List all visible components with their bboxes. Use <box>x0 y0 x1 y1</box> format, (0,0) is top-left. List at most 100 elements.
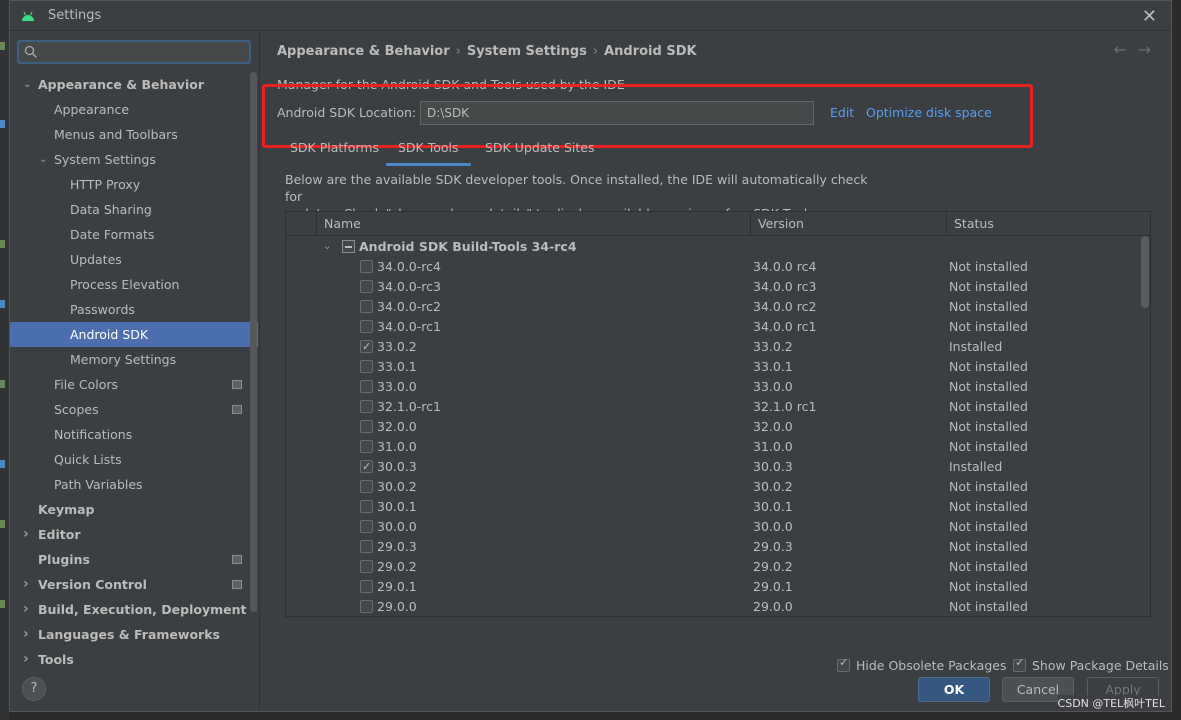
sidebar-item[interactable]: › Build, Execution, Deployment <box>10 597 258 622</box>
sidebar-item[interactable]: Memory Settings <box>10 347 258 372</box>
table-row[interactable]: 34.0.0-rc2 34.0.0 rc2 Not installed <box>286 297 1139 317</box>
package-name: 29.0.0 <box>377 599 417 614</box>
checkbox-unchecked[interactable] <box>360 500 373 513</box>
table-row[interactable]: 30.0.2 30.0.2 Not installed <box>286 477 1139 497</box>
sidebar-item[interactable]: Date Formats <box>10 222 258 247</box>
table-row[interactable]: 29.0.0 29.0.0 Not installed <box>286 597 1139 616</box>
chevron-down-icon[interactable]: ⌄ <box>23 72 31 97</box>
package-version: 33.0.1 <box>753 359 793 374</box>
table-row[interactable]: 32.1.0-rc1 32.1.0 rc1 Not installed <box>286 397 1139 417</box>
optimize-disk-space-link[interactable]: Optimize disk space <box>866 105 992 120</box>
checkbox-unchecked[interactable] <box>360 480 373 493</box>
checkbox-unchecked[interactable] <box>360 300 373 313</box>
tab-sdk-platforms[interactable]: SDK Platforms <box>290 140 379 155</box>
sidebar-item[interactable]: Data Sharing <box>10 197 258 222</box>
package-version: 29.0.0 <box>753 599 793 614</box>
sidebar-item[interactable]: Keymap <box>10 497 258 522</box>
column-header-version[interactable]: Version <box>750 212 946 236</box>
table-scrollbar[interactable] <box>1141 236 1149 308</box>
table-row[interactable]: 34.0.0-rc4 34.0.0 rc4 Not installed <box>286 257 1139 277</box>
table-row[interactable]: 29.0.3 29.0.3 Not installed <box>286 537 1139 557</box>
checkbox-unchecked[interactable] <box>360 420 373 433</box>
tab-sdk-tools[interactable]: SDK Tools <box>386 140 470 166</box>
show-details-checkbox[interactable]: Show Package Details <box>1013 656 1169 673</box>
table-row[interactable]: 33.0.1 33.0.1 Not installed <box>286 357 1139 377</box>
column-header-name[interactable]: Name <box>316 212 750 236</box>
table-row[interactable]: 34.0.0-rc3 34.0.0 rc3 Not installed <box>286 277 1139 297</box>
sidebar-item[interactable]: Quick Lists <box>10 447 258 472</box>
sidebar-item[interactable]: Process Elevation <box>10 272 258 297</box>
checkbox-unchecked[interactable] <box>360 440 373 453</box>
checkbox-checked[interactable] <box>837 656 850 672</box>
chevron-right-icon[interactable]: › <box>23 647 29 672</box>
sidebar-scrollbar[interactable] <box>250 72 257 612</box>
checkbox-unchecked[interactable] <box>360 540 373 553</box>
partial-checkbox[interactable] <box>342 240 355 253</box>
ok-button[interactable]: OK <box>918 677 990 702</box>
hide-obsolete-checkbox[interactable]: Hide Obsolete Packages <box>837 656 1006 673</box>
chevron-down-icon[interactable]: ⌄ <box>39 147 47 172</box>
sidebar-item-label: Appearance & Behavior <box>38 77 204 92</box>
back-arrow-icon[interactable]: ← <box>1114 40 1127 59</box>
chevron-down-icon[interactable]: ⌄ <box>323 237 331 257</box>
table-group-row[interactable]: ⌄ Android SDK Build-Tools 34-rc4 <box>286 237 1139 257</box>
checkbox-unchecked[interactable] <box>360 400 373 413</box>
checkbox-unchecked[interactable] <box>360 520 373 533</box>
edit-link[interactable]: Edit <box>830 105 854 120</box>
sidebar-item[interactable]: Appearance <box>10 97 258 122</box>
checkbox-unchecked[interactable] <box>360 280 373 293</box>
search-box[interactable] <box>17 40 251 64</box>
forward-arrow-icon[interactable]: → <box>1138 40 1151 59</box>
checkbox-unchecked[interactable] <box>360 560 373 573</box>
chevron-right-icon[interactable]: › <box>23 522 29 547</box>
sidebar-item[interactable]: › Languages & Frameworks <box>10 622 258 647</box>
sidebar-item[interactable]: Updates <box>10 247 258 272</box>
checkbox-unchecked[interactable] <box>360 360 373 373</box>
table-row[interactable]: 30.0.1 30.0.1 Not installed <box>286 497 1139 517</box>
checkbox-unchecked[interactable] <box>360 600 373 613</box>
package-status: Not installed <box>949 279 1028 294</box>
table-row[interactable]: 29.0.2 29.0.2 Not installed <box>286 557 1139 577</box>
sidebar-item-label: Passwords <box>70 302 135 317</box>
sidebar-item[interactable]: Scopes <box>10 397 258 422</box>
table-row[interactable]: 33.0.2 33.0.2 Installed <box>286 337 1139 357</box>
search-input[interactable] <box>43 44 243 60</box>
checkbox-unchecked[interactable] <box>360 260 373 273</box>
checkbox-unchecked[interactable] <box>360 320 373 333</box>
sidebar-item[interactable]: ⌄ Appearance & Behavior <box>10 72 258 97</box>
tab-sdk-update-sites[interactable]: SDK Update Sites <box>485 140 595 155</box>
table-row[interactable]: 33.0.0 33.0.0 Not installed <box>286 377 1139 397</box>
sidebar-item[interactable]: Notifications <box>10 422 258 447</box>
sidebar-item[interactable]: Plugins <box>10 547 258 572</box>
checkbox-checked[interactable] <box>360 457 373 477</box>
sidebar-item[interactable]: › Tools <box>10 647 258 672</box>
sidebar-item[interactable]: Android SDK <box>10 322 258 347</box>
breadcrumb-item[interactable]: Appearance & Behavior <box>277 44 450 59</box>
chevron-right-icon[interactable]: › <box>23 572 29 597</box>
checkbox-unchecked[interactable] <box>360 580 373 593</box>
sidebar-item[interactable]: Menus and Toolbars <box>10 122 258 147</box>
checkbox-unchecked[interactable] <box>360 380 373 393</box>
table-row[interactable]: 29.0.1 29.0.1 Not installed <box>286 577 1139 597</box>
sdk-location-field[interactable] <box>420 101 814 125</box>
sidebar-item[interactable]: › Editor <box>10 522 258 547</box>
sidebar-item[interactable]: Path Variables <box>10 472 258 497</box>
column-header-status[interactable]: Status <box>946 212 1141 236</box>
sidebar-item[interactable]: Passwords <box>10 297 258 322</box>
table-row[interactable]: 31.0.0 31.0.0 Not installed <box>286 437 1139 457</box>
chevron-right-icon[interactable]: › <box>23 622 29 647</box>
help-button[interactable]: ? <box>22 677 46 701</box>
close-icon[interactable]: ✕ <box>1142 6 1157 27</box>
chevron-right-icon[interactable]: › <box>23 597 29 622</box>
table-row[interactable]: 30.0.0 30.0.0 Not installed <box>286 517 1139 537</box>
table-row[interactable]: 32.0.0 32.0.0 Not installed <box>286 417 1139 437</box>
table-row[interactable]: 34.0.0-rc1 34.0.0 rc1 Not installed <box>286 317 1139 337</box>
sidebar-item[interactable]: HTTP Proxy <box>10 172 258 197</box>
sidebar-item[interactable]: › Version Control <box>10 572 258 597</box>
breadcrumb-item[interactable]: System Settings <box>467 44 587 59</box>
checkbox-checked[interactable] <box>1013 656 1026 672</box>
table-row[interactable]: 30.0.3 30.0.3 Installed <box>286 457 1139 477</box>
sidebar-item[interactable]: File Colors <box>10 372 258 397</box>
sidebar-item[interactable]: ⌄ System Settings <box>10 147 258 172</box>
checkbox-checked[interactable] <box>360 337 373 357</box>
